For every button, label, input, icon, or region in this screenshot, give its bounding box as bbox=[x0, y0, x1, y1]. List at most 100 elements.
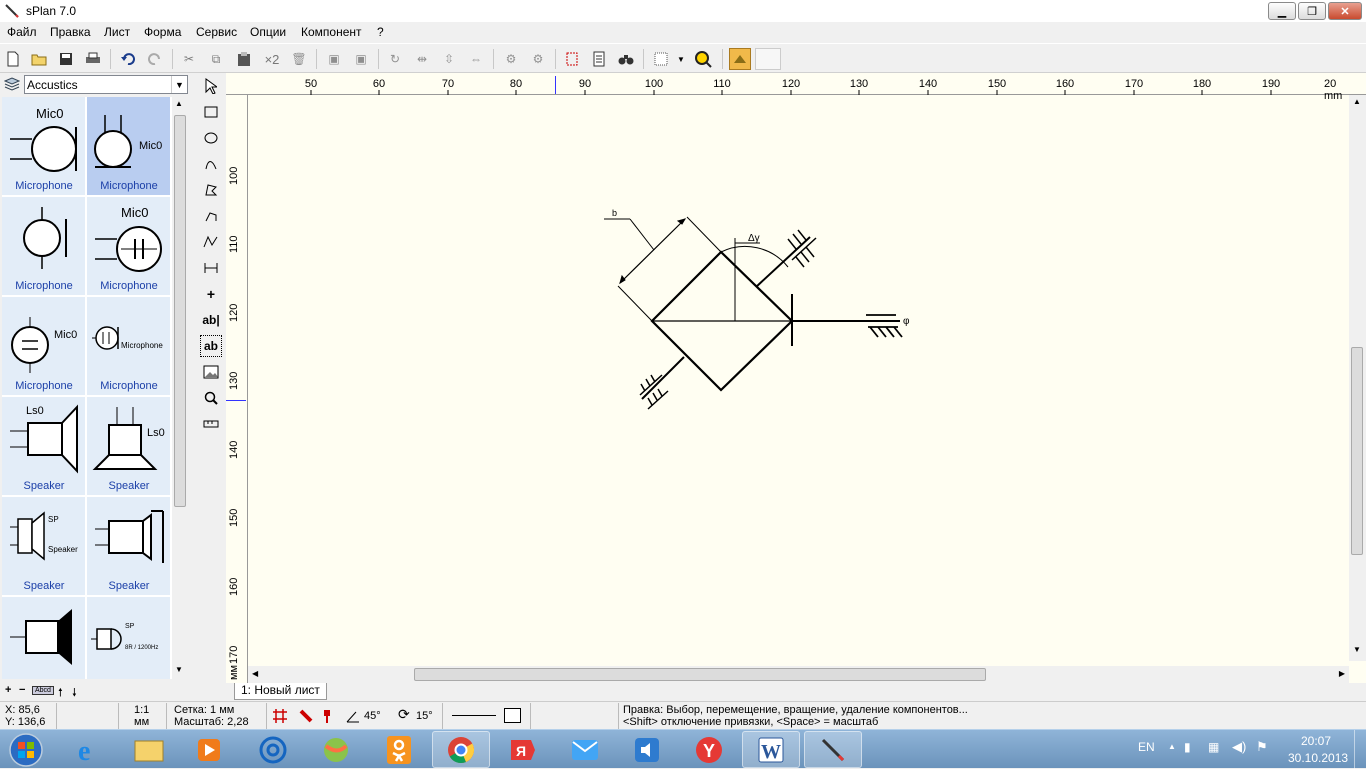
library-item[interactable]: Microphone bbox=[2, 197, 86, 296]
start-button[interactable] bbox=[0, 731, 52, 768]
paste-icon[interactable] bbox=[235, 50, 253, 68]
audio-icon[interactable] bbox=[618, 731, 676, 768]
save-icon[interactable] bbox=[57, 50, 75, 68]
polygon-tool-icon[interactable] bbox=[200, 179, 222, 201]
yandex-icon[interactable]: Y bbox=[680, 731, 738, 768]
clock-date[interactable]: 30.10.2013 bbox=[1288, 751, 1348, 765]
polyline-tool-icon[interactable] bbox=[200, 205, 222, 227]
properties-icon[interactable] bbox=[590, 50, 608, 68]
library-item[interactable]: Ls0 Speaker bbox=[2, 397, 86, 496]
snap-grid-icon[interactable] bbox=[272, 708, 288, 724]
menu-service[interactable]: Сервис bbox=[196, 25, 237, 39]
undo-icon[interactable] bbox=[119, 50, 137, 68]
show-desktop-button[interactable] bbox=[1354, 730, 1366, 769]
scroll-thumb[interactable] bbox=[414, 668, 986, 681]
open-folder-icon[interactable] bbox=[30, 50, 48, 68]
library-item[interactable]: Mic0 Microphone bbox=[2, 97, 86, 196]
redo-icon[interactable] bbox=[146, 50, 164, 68]
library-item[interactable]: Microphone Microphone bbox=[87, 297, 171, 396]
scroll-thumb[interactable] bbox=[174, 115, 186, 507]
component-icon[interactable] bbox=[563, 50, 581, 68]
library-item[interactable]: Mic0 Microphone bbox=[2, 297, 86, 396]
sheet-color-icon[interactable] bbox=[729, 48, 751, 70]
measure-tool-icon[interactable] bbox=[200, 413, 222, 435]
canvas-horizontal-scrollbar[interactable]: ◀ ▶ bbox=[248, 666, 1349, 683]
fill-style-preview[interactable] bbox=[504, 708, 521, 723]
mail-agent-icon[interactable] bbox=[244, 731, 302, 768]
scroll-down-icon[interactable]: ▼ bbox=[1353, 645, 1361, 654]
menu-shape[interactable]: Форма bbox=[144, 25, 181, 39]
menu-edit[interactable]: Правка bbox=[50, 25, 91, 39]
mirror-v-icon[interactable]: ⇳ bbox=[440, 50, 458, 68]
bezier-tool-icon[interactable] bbox=[200, 231, 222, 253]
junction-tool-icon[interactable]: + bbox=[200, 283, 222, 305]
word-icon[interactable]: W bbox=[742, 731, 800, 768]
menu-component[interactable]: Компонент bbox=[301, 25, 362, 39]
rename-library-button[interactable]: Abcd bbox=[32, 686, 54, 695]
grid-icon[interactable] bbox=[652, 50, 670, 68]
line-style-preview[interactable] bbox=[452, 715, 496, 716]
splan-taskbar-icon[interactable] bbox=[804, 731, 862, 768]
angle-step-2[interactable]: 15° bbox=[416, 710, 433, 722]
media-player-icon[interactable] bbox=[180, 731, 238, 768]
restore-button[interactable]: ❐ bbox=[1298, 2, 1326, 20]
freehand-tool-icon[interactable] bbox=[200, 153, 222, 175]
scroll-up-icon[interactable]: ▲ bbox=[175, 99, 183, 108]
library-scrollbar[interactable]: ▲ ▼ bbox=[172, 97, 189, 679]
dimension-tool-icon[interactable] bbox=[200, 257, 222, 279]
explorer-icon[interactable] bbox=[120, 731, 178, 768]
minimize-button[interactable]: ▁ bbox=[1268, 2, 1296, 20]
mail-icon[interactable] bbox=[556, 731, 614, 768]
network-icon[interactable]: ▦ bbox=[1208, 740, 1219, 754]
language-indicator[interactable]: EN bbox=[1138, 740, 1155, 754]
angle-step-1[interactable]: 45° bbox=[364, 710, 381, 722]
group-icon[interactable]: ⚙ bbox=[502, 50, 520, 68]
add-library-icon[interactable]: + bbox=[5, 684, 11, 696]
textframe-tool-button[interactable]: ab bbox=[200, 335, 222, 357]
odnoklassniki-icon[interactable] bbox=[370, 731, 428, 768]
mirror-h-icon[interactable]: ⇹ bbox=[413, 50, 431, 68]
to-front-icon[interactable]: ▣ bbox=[325, 50, 343, 68]
scroll-up-icon[interactable]: ▲ bbox=[1353, 97, 1361, 106]
ellipse-tool-icon[interactable] bbox=[200, 127, 222, 149]
menu-help[interactable]: ? bbox=[377, 25, 384, 39]
rotate-step-icon[interactable]: ⟳ bbox=[398, 706, 410, 723]
cut-icon[interactable]: ✂ bbox=[180, 50, 198, 68]
scroll-right-icon[interactable]: ▶ bbox=[1339, 669, 1345, 678]
ie-icon[interactable]: e bbox=[60, 731, 118, 768]
device-icon[interactable]: ▮ bbox=[1184, 740, 1191, 754]
zoom-fit-icon[interactable] bbox=[694, 50, 712, 68]
menu-file[interactable]: Файл bbox=[7, 25, 37, 39]
new-file-icon[interactable] bbox=[4, 50, 22, 68]
chevron-down-icon[interactable]: ▼ bbox=[171, 76, 187, 93]
ungroup-icon[interactable]: ⚙ bbox=[529, 50, 547, 68]
snap-magnet-icon[interactable] bbox=[298, 708, 314, 724]
library-item[interactable]: Ls0 Speaker bbox=[87, 397, 171, 496]
to-back-icon[interactable]: ▣ bbox=[352, 50, 370, 68]
tray-expand-icon[interactable]: ▲ bbox=[1168, 742, 1176, 751]
copy-icon[interactable]: ⧉ bbox=[207, 50, 225, 68]
duplicate-button[interactable]: ×2 bbox=[262, 50, 282, 68]
remove-library-icon[interactable]: − bbox=[19, 684, 25, 696]
rotate-icon[interactable]: ↻ bbox=[386, 50, 404, 68]
scroll-down-icon[interactable]: ▼ bbox=[175, 665, 183, 674]
color-swatch[interactable] bbox=[755, 48, 781, 70]
clock-time[interactable]: 20:07 bbox=[1301, 734, 1331, 748]
canvas-vertical-scrollbar[interactable]: ▲ ▼ bbox=[1349, 95, 1366, 661]
scroll-left-icon[interactable]: ◀ bbox=[252, 669, 258, 678]
delete-icon[interactable]: 🗑 bbox=[290, 50, 308, 68]
library-item-selected[interactable]: Mic0 Microphone bbox=[87, 97, 171, 196]
chrome-icon[interactable] bbox=[432, 731, 490, 768]
snap-point-icon[interactable] bbox=[322, 708, 338, 724]
angle-icon[interactable] bbox=[346, 709, 360, 723]
scroll-thumb[interactable] bbox=[1351, 347, 1363, 555]
text-tool-button[interactable]: ab| bbox=[200, 309, 222, 331]
zoom-tool-icon[interactable] bbox=[200, 387, 222, 409]
action-center-icon[interactable]: ⚑ bbox=[1256, 739, 1268, 755]
app-ball-icon[interactable] bbox=[307, 731, 365, 768]
yandex-browser-icon[interactable]: Я bbox=[494, 731, 552, 768]
pointer-icon[interactable] bbox=[200, 75, 222, 97]
print-icon[interactable] bbox=[84, 50, 102, 68]
image-tool-icon[interactable] bbox=[200, 361, 222, 383]
align-icon[interactable]: ⇔ bbox=[467, 50, 485, 68]
